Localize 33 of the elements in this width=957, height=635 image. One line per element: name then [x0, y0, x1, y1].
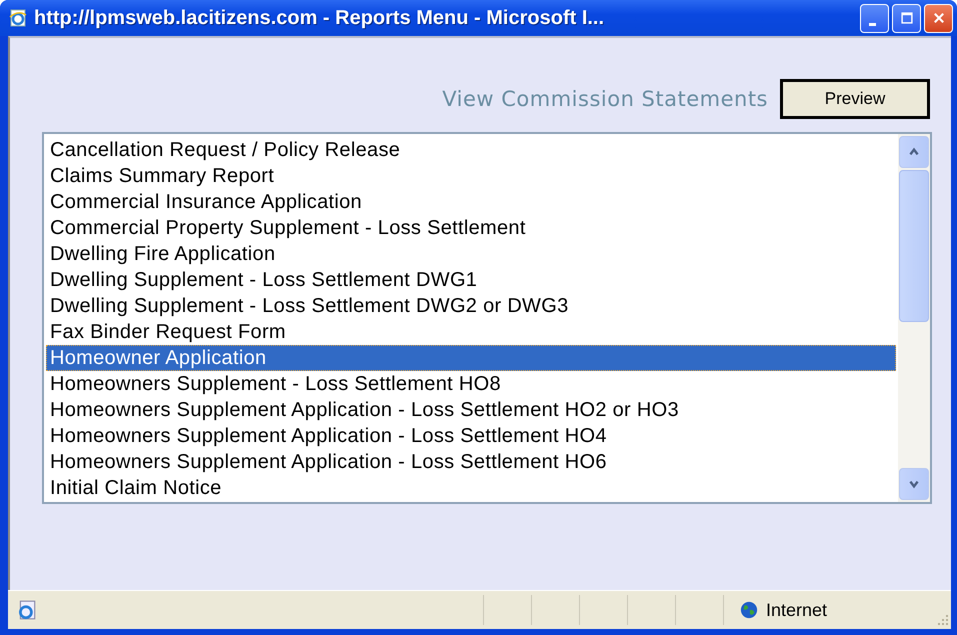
list-item[interactable]: Commercial Insurance Application [46, 189, 896, 215]
list-item[interactable]: Commercial Property Supplement - Loss Settlement [46, 215, 896, 241]
browser-icon [8, 8, 28, 28]
minimize-icon [868, 22, 876, 26]
preview-button[interactable]: Preview [780, 79, 930, 119]
list-item[interactable]: Dwelling Supplement - Loss Settlement DWG2 or DWG3 [46, 293, 896, 319]
list-item[interactable]: Homeowners Supplement Application - Loss Settlement HO2 or HO3 [46, 397, 896, 423]
list-item[interactable]: Homeowners Supplement Application - Loss Settlement HO6 [46, 449, 896, 475]
maximize-button[interactable] [892, 4, 921, 32]
scroll-up-button[interactable] [899, 136, 929, 168]
scroll-down-button[interactable] [899, 468, 929, 500]
resize-grip-icon[interactable] [937, 614, 949, 626]
scroll-thumb[interactable] [899, 170, 929, 322]
page-icon [16, 599, 38, 621]
globe-icon [740, 601, 758, 619]
list-item[interactable]: Homeowner Application [46, 345, 896, 371]
list-item[interactable]: Dwelling Supplement - Loss Settlement DWG1 [46, 267, 896, 293]
minimize-button[interactable] [860, 4, 889, 32]
chevron-down-icon [908, 478, 920, 490]
zone-label: Internet [766, 600, 827, 620]
list-item[interactable]: Initial Claim Notice [46, 475, 896, 501]
window-title: http://lpmsweb.lacitizens.com - Reports Menu - Microsoft I... [34, 6, 606, 30]
close-icon [932, 11, 946, 25]
list-item[interactable]: Dwelling Fire Application [46, 241, 896, 267]
close-button[interactable] [924, 4, 953, 32]
chevron-up-icon [908, 146, 920, 158]
list-item[interactable]: Cancellation Request / Policy Release [46, 137, 896, 163]
scrollbar[interactable] [898, 134, 930, 502]
list-item[interactable]: Homeowners Supplement Application - Loss Settlement HO4 [46, 423, 896, 449]
list-item[interactable]: Homeowners Supplement - Loss Settlement HO8 [46, 371, 896, 397]
maximize-icon [900, 11, 914, 25]
list-item[interactable]: Claims Summary Report [46, 163, 896, 189]
list-item[interactable]: Fax Binder Request Form [46, 319, 896, 345]
